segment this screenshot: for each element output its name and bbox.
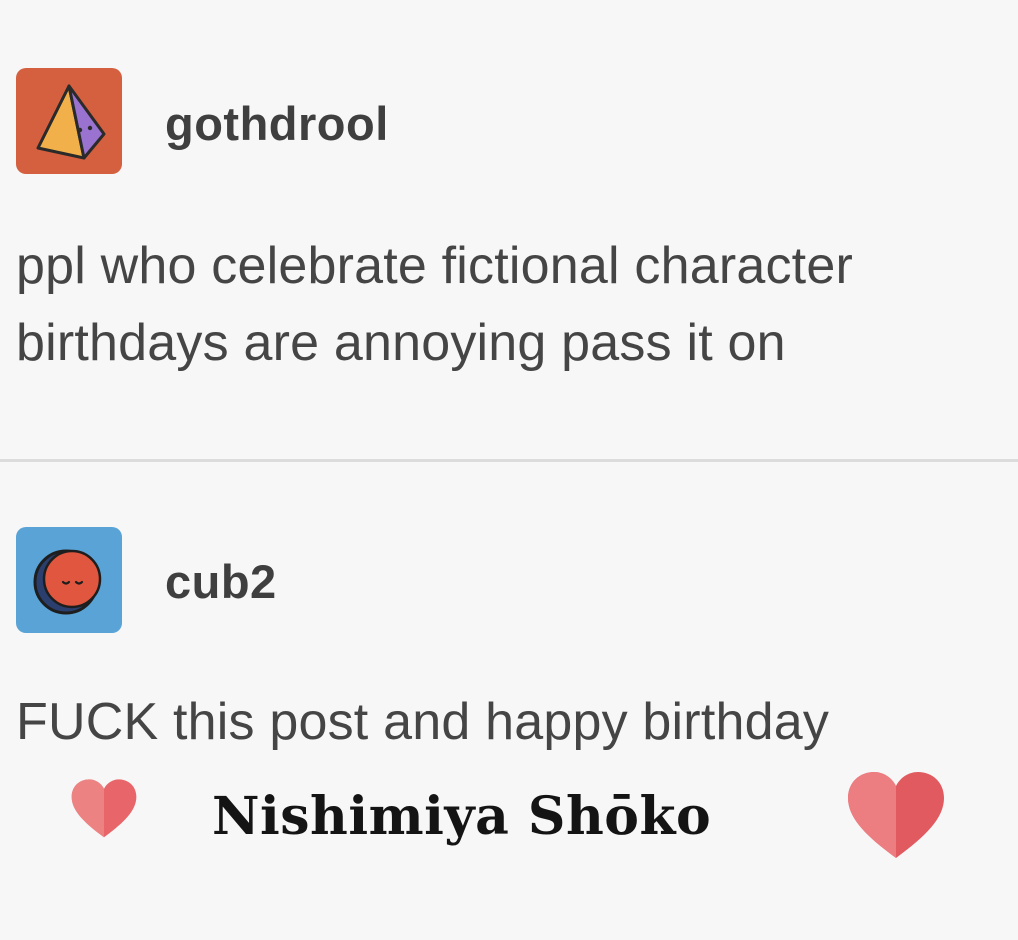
- post-gothdrool: gothdrool ppl who celebrate fictional ch…: [0, 0, 1018, 460]
- username[interactable]: gothdrool: [165, 96, 389, 151]
- post-text: ppl who celebrate fictional character bi…: [16, 237, 853, 372]
- moon-face-icon: [33, 549, 102, 615]
- post-text: FUCK this post and happy birthday: [16, 693, 830, 751]
- avatar-gothdrool[interactable]: [16, 68, 122, 174]
- heart-icon: [70, 778, 138, 840]
- caption-title: Nishimiya Shōko: [212, 786, 712, 847]
- heart-icon: [846, 770, 946, 862]
- caption-row: Nishimiya Shōko: [0, 770, 1018, 870]
- avatar-cub2[interactable]: [16, 527, 122, 633]
- username[interactable]: cub2: [165, 554, 277, 609]
- pyramid-icon: [36, 84, 106, 160]
